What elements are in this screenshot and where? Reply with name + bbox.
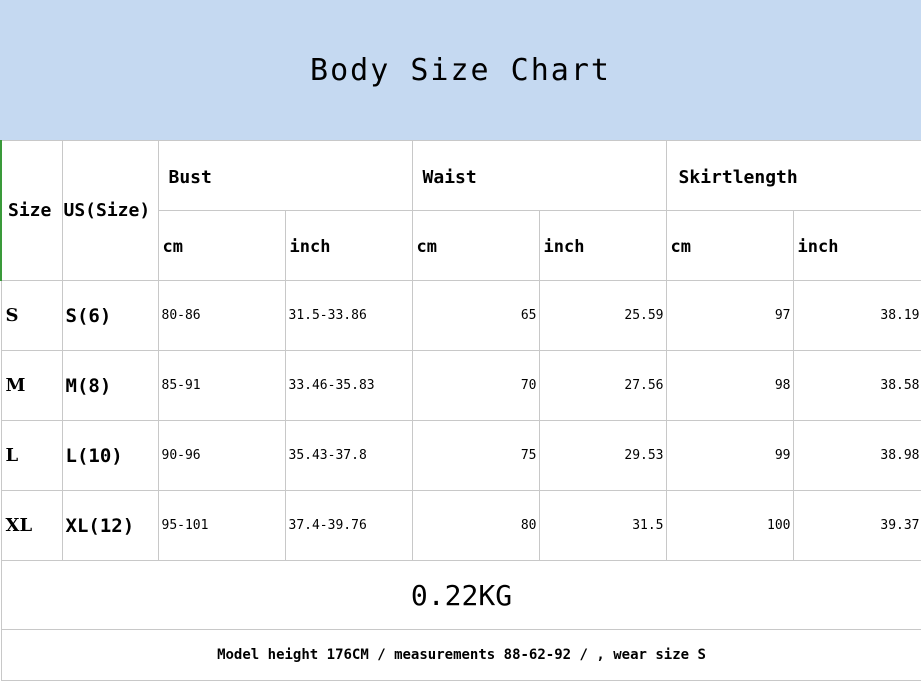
- size-header: Size: [0, 140, 63, 281]
- waist-inch-cell: 31.5: [538, 490, 667, 561]
- unit-header: cm: [665, 210, 794, 281]
- size-cell: S: [0, 280, 63, 351]
- bust-header: Bust: [157, 140, 413, 211]
- skirt-inch-cell: 39.37: [792, 490, 921, 561]
- skirt-cm-cell: 97: [665, 280, 794, 351]
- unit-header: cm: [411, 210, 540, 281]
- size-cell: L: [0, 420, 63, 491]
- table-row: L L(10) 90-96 35.43-37.8 75 29.53 99 38.…: [0, 420, 921, 491]
- unit-header: inch: [538, 210, 667, 281]
- skirt-inch-cell: 38.98: [792, 420, 921, 491]
- unit-header: cm: [157, 210, 286, 281]
- page-title: Body Size Chart: [310, 52, 611, 88]
- unit-header: inch: [792, 210, 921, 281]
- bust-inch-cell: 33.46-35.83: [284, 350, 413, 421]
- size-cell: M: [0, 350, 63, 421]
- us-size-cell: M(8): [61, 350, 159, 421]
- bust-cm-cell: 95-101: [157, 490, 286, 561]
- bust-cm-cell: 80-86: [157, 280, 286, 351]
- table-row: M M(8) 85-91 33.46-35.83 70 27.56 98 38.…: [0, 350, 921, 421]
- note-row: Model height 176CM / measurements 88-62-…: [0, 629, 921, 681]
- waist-cm-cell: 80: [411, 490, 540, 561]
- us-size-cell: L(10): [61, 420, 159, 491]
- skirt-cm-cell: 99: [665, 420, 794, 491]
- waist-cm-cell: 70: [411, 350, 540, 421]
- weight-row: 0.22KG: [0, 560, 921, 630]
- unit-header: inch: [284, 210, 413, 281]
- us-size-header: US(Size): [61, 140, 159, 281]
- header-row-groups: Size US(Size) Bust Waist Skirtlength: [0, 140, 921, 281]
- model-note: Model height 176CM / measurements 88-62-…: [0, 629, 921, 681]
- waist-cm-cell: 65: [411, 280, 540, 351]
- bust-inch-cell: 35.43-37.8: [284, 420, 413, 491]
- size-cell: XL: [0, 490, 63, 561]
- waist-inch-cell: 27.56: [538, 350, 667, 421]
- title-banner: Body Size Chart: [0, 0, 921, 140]
- bust-cm-cell: 85-91: [157, 350, 286, 421]
- table-row: S S(6) 80-86 31.5-33.86 65 25.59 97 38.1…: [0, 280, 921, 351]
- waist-inch-cell: 29.53: [538, 420, 667, 491]
- bust-cm-cell: 90-96: [157, 420, 286, 491]
- skirt-cm-cell: 98: [665, 350, 794, 421]
- weight-value: 0.22KG: [0, 560, 921, 630]
- size-chart-table: Size US(Size) Bust Waist Skirtlength cm …: [0, 140, 921, 681]
- us-size-cell: XL(12): [61, 490, 159, 561]
- skirt-inch-cell: 38.58: [792, 350, 921, 421]
- table-row: XL XL(12) 95-101 37.4-39.76 80 31.5 100 …: [0, 490, 921, 561]
- waist-header: Waist: [411, 140, 667, 211]
- waist-inch-cell: 25.59: [538, 280, 667, 351]
- us-size-cell: S(6): [61, 280, 159, 351]
- waist-cm-cell: 75: [411, 420, 540, 491]
- skirtlength-header: Skirtlength: [665, 140, 921, 211]
- bust-inch-cell: 37.4-39.76: [284, 490, 413, 561]
- skirt-cm-cell: 100: [665, 490, 794, 561]
- skirt-inch-cell: 38.19: [792, 280, 921, 351]
- bust-inch-cell: 31.5-33.86: [284, 280, 413, 351]
